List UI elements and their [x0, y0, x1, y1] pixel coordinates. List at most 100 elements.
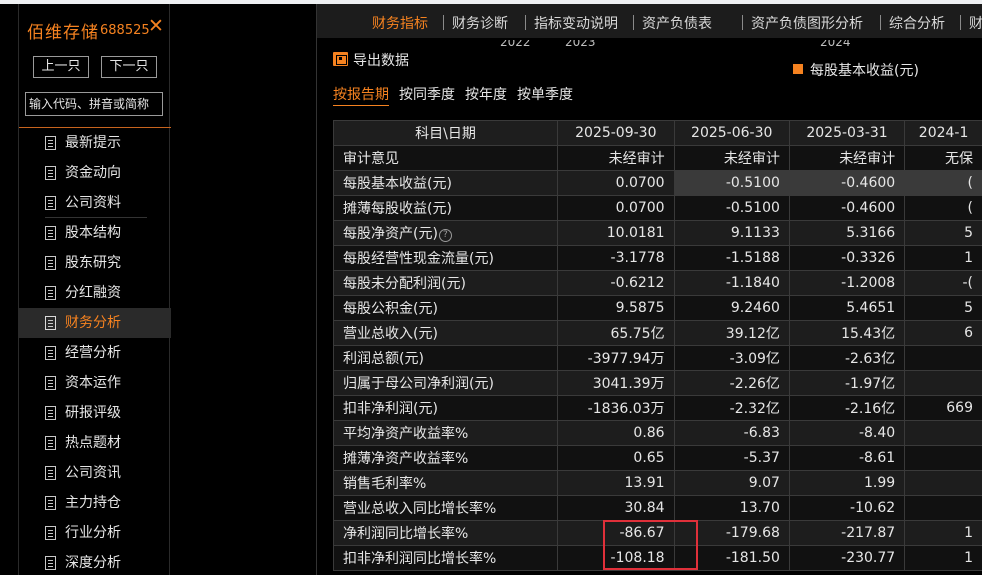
row-label-cell: 摊薄净资产收益率%	[333, 445, 559, 471]
value-cell: -5.37	[673, 445, 790, 471]
row-label: 每股净资产(元)	[343, 226, 438, 242]
value-cell: -230.77	[788, 545, 906, 571]
sidebar-item[interactable]: 公司资讯	[19, 458, 171, 488]
prev-stock-button[interactable]: 上一只	[33, 56, 89, 78]
value-cell	[904, 345, 982, 371]
value-cell: 39.12亿	[673, 320, 790, 346]
sidebar-item[interactable]: 资本运作	[19, 368, 171, 398]
sidebar-item[interactable]: 最新提示	[19, 128, 171, 158]
table-row[interactable]: 摊薄净资产收益率% 0.65 -5.37 -8.61	[333, 445, 982, 471]
document-icon	[45, 496, 56, 510]
sidebar-item[interactable]: 经营分析	[19, 338, 171, 368]
sidebar-item-label: 行业分析	[65, 525, 121, 541]
row-label: 摊薄每股收益(元)	[343, 201, 452, 217]
table-row[interactable]: 每股经营性现金流量(元) -3.1778 -1.5188 -0.3326 1	[333, 245, 982, 271]
document-icon	[45, 166, 56, 180]
table-row[interactable]: 净利润同比增长率% -86.67 -179.68 -217.87 1	[333, 520, 982, 546]
table-row[interactable]: 每股未分配利润(元) -0.6212 -1.1840 -1.2008 -(	[333, 270, 982, 296]
column-header-date[interactable]: 2024-1	[904, 120, 982, 146]
period-option[interactable]: 按年度	[465, 84, 507, 104]
value-cell: 5	[904, 295, 982, 321]
value-cell: (	[904, 195, 982, 221]
document-icon	[45, 376, 56, 390]
table-row[interactable]: 每股公积金(元) 9.5875 9.2460 5.4651 5	[333, 295, 982, 321]
value-cell: 13.70	[673, 495, 790, 521]
row-label: 销售毛利率%	[343, 476, 427, 492]
tab[interactable]: 指标变动说明	[534, 13, 618, 33]
period-option[interactable]: 按单季度	[517, 84, 573, 104]
column-header-date[interactable]: 2025-09-30	[557, 120, 675, 146]
value-cell: -1.5188	[673, 245, 790, 271]
sidebar-item[interactable]: 深度分析	[19, 548, 171, 575]
sidebar-item-label: 股东研究	[65, 255, 121, 271]
period-option[interactable]: 按报告期	[333, 84, 389, 106]
tab-separator	[443, 15, 444, 30]
value-cell: 0.0700	[557, 195, 675, 221]
column-header-date[interactable]: 2025-06-30	[673, 120, 790, 146]
table-row[interactable]: 销售毛利率% 13.91 9.07 1.99	[333, 470, 982, 496]
value-cell: -108.18	[557, 545, 675, 571]
table-row[interactable]: 营业总收入同比增长率% 30.84 13.70 -10.62	[333, 495, 982, 521]
sidebar-item-label: 财务分析	[65, 315, 121, 331]
table-header-row: 科目\日期 2025-09-30 2025-06-30 2025-03-31 2024-…	[333, 120, 982, 146]
sidebar-item[interactable]: 公司资料	[19, 188, 171, 218]
value-cell: 5.3166	[788, 220, 906, 246]
sidebar-item-label: 主力持仓	[65, 495, 121, 511]
row-label: 扣非净利润(元)	[343, 401, 438, 417]
table-row[interactable]: 平均净资产收益率% 0.86 -6.83 -8.40	[333, 420, 982, 446]
value-cell: 10.0181	[557, 220, 675, 246]
tab[interactable]: 财	[969, 13, 982, 33]
next-stock-button[interactable]: 下一只	[101, 56, 157, 78]
sidebar-item[interactable]: 股东研究	[19, 248, 171, 278]
sidebar-item[interactable]: 行业分析	[19, 518, 171, 548]
table-row[interactable]: 每股基本收益(元) 0.0700 -0.5100 -0.4600(	[333, 170, 982, 196]
sidebar-item[interactable]: 分红融资	[19, 278, 171, 308]
table-row[interactable]: 归属于母公司净利润(元) 3041.39万 -2.26亿 -1.97亿	[333, 370, 982, 396]
sidebar-item[interactable]: 热点题材	[19, 428, 171, 458]
table-row[interactable]: 每股净资产(元)? 10.0181 9.1133 5.3166 5	[333, 220, 982, 246]
table-row[interactable]: 扣非净利润同比增长率% -108.18 -181.50 -230.77 1	[333, 545, 982, 571]
value-cell: -3.1778	[557, 245, 675, 271]
tab[interactable]: 资产负债图形分析	[751, 13, 863, 33]
tab[interactable]: 财务指标	[372, 13, 428, 33]
sidebar-item[interactable]: 财务分析	[19, 308, 171, 338]
value-cell	[904, 445, 982, 471]
tab[interactable]: 资产负债表	[642, 13, 712, 33]
period-option[interactable]: 按同季度	[399, 84, 455, 104]
document-icon	[45, 346, 56, 360]
column-header-item[interactable]: 科目\日期	[333, 120, 559, 146]
value-cell: -181.50	[673, 545, 790, 571]
table-row[interactable]: 利润总额(元) -3977.94万 -3.09亿 -2.63亿	[333, 345, 982, 371]
tab-separator	[633, 15, 634, 30]
sidebar-item-label: 研报评级	[65, 405, 121, 421]
value-cell: 3041.39万	[557, 370, 675, 396]
value-cell: -0.4600	[788, 170, 906, 196]
table-row[interactable]: 扣非净利润(元) -1836.03万 -2.32亿 -2.16亿 669	[333, 395, 982, 421]
document-icon	[45, 556, 56, 570]
value-cell: 0.86	[557, 420, 675, 446]
value-cell	[904, 470, 982, 496]
close-icon[interactable]: ✕	[148, 17, 164, 36]
value-cell: -1.1840	[673, 270, 790, 296]
value-cell: 1	[904, 520, 982, 546]
tab[interactable]: 财务诊断	[452, 13, 508, 33]
sidebar-item[interactable]: 主力持仓	[19, 488, 171, 518]
table-row[interactable]: 摊薄每股收益(元) 0.0700 -0.5100 -0.4600(	[333, 195, 982, 221]
excel-export-icon	[333, 52, 348, 66]
stock-search-input[interactable]	[25, 92, 163, 116]
table-row[interactable]: 营业总收入(元) 65.75亿 39.12亿 15.43亿 6	[333, 320, 982, 346]
row-label: 净利润同比增长率%	[343, 526, 469, 542]
sidebar-item[interactable]: 资金动向	[19, 158, 171, 188]
tab[interactable]: 综合分析	[889, 13, 945, 33]
table-row[interactable]: 审计意见 未经审计 未经审计 未经审计 无保	[333, 145, 982, 171]
value-cell: -0.4600	[788, 195, 906, 221]
column-header-date[interactable]: 2025-03-31	[788, 120, 906, 146]
sidebar-item-label: 热点题材	[65, 435, 121, 451]
help-icon[interactable]: ?	[438, 229, 452, 242]
value-cell: -(	[904, 270, 982, 296]
value-cell: -0.5100	[673, 170, 790, 196]
document-icon	[45, 226, 56, 240]
row-label-cell: 每股基本收益(元)	[333, 170, 559, 196]
sidebar-item[interactable]: 股本结构	[19, 218, 171, 248]
sidebar-item[interactable]: 研报评级	[19, 398, 171, 428]
